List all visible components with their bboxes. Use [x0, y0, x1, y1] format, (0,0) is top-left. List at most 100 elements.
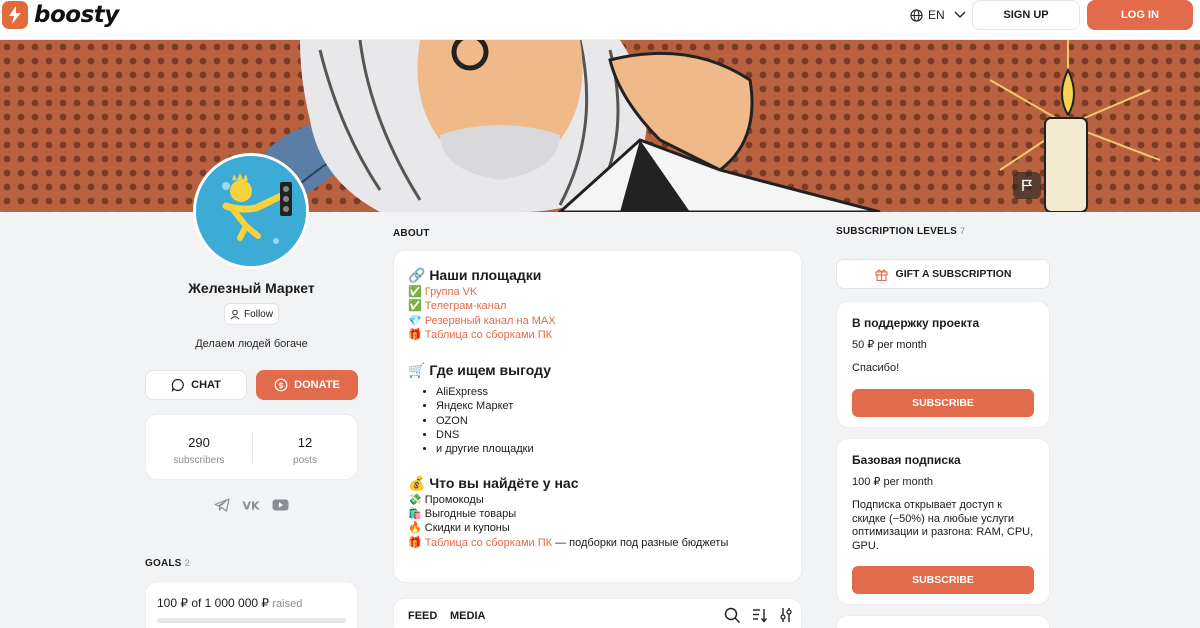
shops-list: AliExpress Яндекс Маркет OZON DNS и друг… — [436, 385, 787, 456]
pc-builds-table-link[interactable]: Таблица со сборками ПК — [425, 329, 552, 341]
money-emoji-icon: 💸 — [408, 493, 422, 506]
bags-emoji-icon: 🛍️ — [408, 507, 422, 520]
tier-description: Спасибо! — [852, 362, 900, 374]
platform-link-row: ✅ Телеграм-канал — [408, 299, 787, 313]
report-flag-button[interactable] — [1013, 172, 1041, 199]
find-text: Промокоды — [424, 493, 484, 506]
donate-label: DONATE — [294, 379, 340, 391]
follow-button[interactable]: Follow — [224, 303, 279, 325]
list-item: DNS — [436, 428, 787, 442]
platform-link-row: 💎 Резервный канал на MAX — [408, 314, 787, 328]
platform-link-row: 🎁 Таблица со сборками ПК — [408, 328, 787, 342]
boosty-logo[interactable]: boosty — [2, 1, 119, 29]
boosty-logo-icon — [2, 1, 28, 29]
youtube-icon[interactable] — [272, 499, 289, 511]
feed-toolbar: FEED MEDIA — [393, 598, 802, 628]
follow-label: Follow — [244, 308, 273, 320]
language-selector[interactable]: EN — [910, 8, 966, 22]
subscribers-label: subscribers — [173, 455, 225, 466]
fire-emoji-icon: 🔥 — [408, 522, 422, 535]
find-row: 💸 Промокоды — [408, 493, 787, 507]
gift-label: GIFT A SUBSCRIPTION — [895, 268, 1012, 280]
pc-builds-table-link-2[interactable]: Таблица со сборками ПК — [425, 537, 552, 549]
tier-description: Подписка открывает доступ к скидке (−50%… — [852, 499, 1034, 552]
chat-label: CHAT — [191, 379, 221, 391]
platform-link-row: ✅ Группа VK — [408, 285, 787, 299]
profile-stats: 290 subscribers 12 posts — [145, 414, 358, 480]
goal-suffix: raised — [272, 598, 303, 610]
chevron-down-icon — [954, 11, 966, 18]
telegram-channel-link[interactable]: Телеграм-канал — [425, 300, 507, 312]
goal-progress-bar — [157, 618, 346, 623]
sign-up-button[interactable]: SIGN UP — [972, 0, 1080, 30]
max-channel-link[interactable]: Резервный канал на MAX — [425, 315, 556, 327]
donate-button[interactable]: $ DONATE — [256, 370, 358, 400]
posts-count: 12 — [297, 435, 313, 450]
filter-sliders-icon[interactable] — [779, 607, 793, 623]
coin-icon: $ — [274, 378, 288, 392]
find-row: 🎁 Таблица со сборками ПК — подборки под … — [408, 536, 787, 550]
find-text: — подборки под разные бюджеты — [552, 536, 729, 549]
flag-icon — [1022, 179, 1033, 191]
vk-icon[interactable]: VK — [242, 499, 260, 512]
globe-icon — [910, 8, 923, 22]
list-item: и другие площадки — [436, 442, 787, 456]
list-item: AliExpress — [436, 385, 787, 399]
search-icon[interactable] — [724, 607, 741, 624]
tab-feed[interactable]: FEED — [408, 610, 437, 622]
subscription-levels-title: SUBSCRIPTION LEVELS — [836, 226, 958, 237]
find-text: Выгодные товары — [424, 507, 517, 520]
svg-text:VK: VK — [242, 500, 260, 512]
goal-amount-row: 100 ₽ of 1 000 000 ₽ raised — [157, 596, 346, 610]
tab-media[interactable]: MEDIA — [450, 610, 485, 622]
gift-icon — [874, 268, 888, 281]
subscription-tier-card: Базовая подписка 100 ₽ per month Подписк… — [836, 438, 1050, 605]
log-in-button[interactable]: LOG IN — [1087, 0, 1193, 30]
subscribe-button[interactable]: SUBSCRIBE — [852, 388, 1034, 417]
language-label: EN — [928, 8, 945, 22]
gift-emoji-icon: 🎁 — [408, 328, 422, 341]
logo-text: boosty — [34, 2, 119, 28]
find-row: 🔥 Скидки и купоны — [408, 521, 787, 535]
profile-name: Железный Маркет — [188, 280, 315, 296]
subscribers-count: 290 — [188, 435, 210, 450]
gift-subscription-button[interactable]: GIFT A SUBSCRIPTION — [836, 259, 1050, 289]
subscription-tier-card: В поддержку проекта 50 ₽ per month Спаси… — [836, 301, 1050, 428]
tier-name: В поддержку проекта — [852, 316, 980, 330]
diamond-emoji-icon: 💎 — [408, 314, 422, 327]
tier-name: Базовая подписка — [852, 453, 961, 467]
about-section-finds-title: 💰 Что вы найдёте у нас — [408, 474, 579, 491]
list-item: Яндекс Маркет — [436, 399, 787, 413]
profile-avatar — [193, 153, 309, 269]
top-header: boosty EN SIGN UP LOG IN — [0, 0, 1200, 40]
chat-bubble-icon — [171, 378, 184, 392]
sort-icon[interactable] — [752, 607, 767, 623]
about-section-shops-title: 🛒 Где ищем выгоду — [408, 362, 551, 379]
tier-price: 100 ₽ per month — [852, 476, 933, 488]
vk-group-link[interactable]: Группа VK — [425, 286, 478, 298]
about-heading: ABOUT — [393, 228, 430, 239]
about-section-platforms-title: 🔗 Наши площадки — [408, 267, 542, 283]
telegram-icon[interactable] — [214, 498, 230, 512]
subscription-tier-card — [836, 615, 1050, 628]
gift-emoji-icon: 🎁 — [408, 536, 422, 549]
goal-amount: 100 ₽ of 1 000 000 ₽ — [157, 596, 270, 610]
social-links: VK — [214, 498, 289, 512]
chat-button[interactable]: CHAT — [145, 370, 247, 400]
profile-tagline: Делаем людей богаче — [195, 338, 308, 350]
about-card: 🔗 Наши площадки ✅ Группа VK ✅ Телеграм-к… — [393, 250, 802, 583]
user-plus-icon — [230, 309, 240, 319]
check-emoji-icon: ✅ — [408, 286, 422, 298]
stat-posts[interactable]: 12 posts — [252, 435, 358, 466]
subscribe-button[interactable]: SUBSCRIBE — [852, 566, 1034, 594]
goal-card: 100 ₽ of 1 000 000 ₽ raised — [145, 581, 358, 628]
stat-subscribers[interactable]: 290 subscribers — [146, 435, 252, 466]
goals-heading: GOALS 2 — [145, 558, 190, 569]
posts-label: posts — [293, 455, 317, 466]
find-row: 🛍️ Выгодные товары — [408, 507, 787, 521]
goals-count: 2 — [184, 558, 190, 568]
list-item: OZON — [436, 414, 787, 428]
svg-text:$: $ — [278, 381, 284, 390]
check-emoji-icon: ✅ — [408, 300, 422, 313]
subscription-levels-heading: SUBSCRIPTION LEVELS 7 — [836, 226, 965, 237]
